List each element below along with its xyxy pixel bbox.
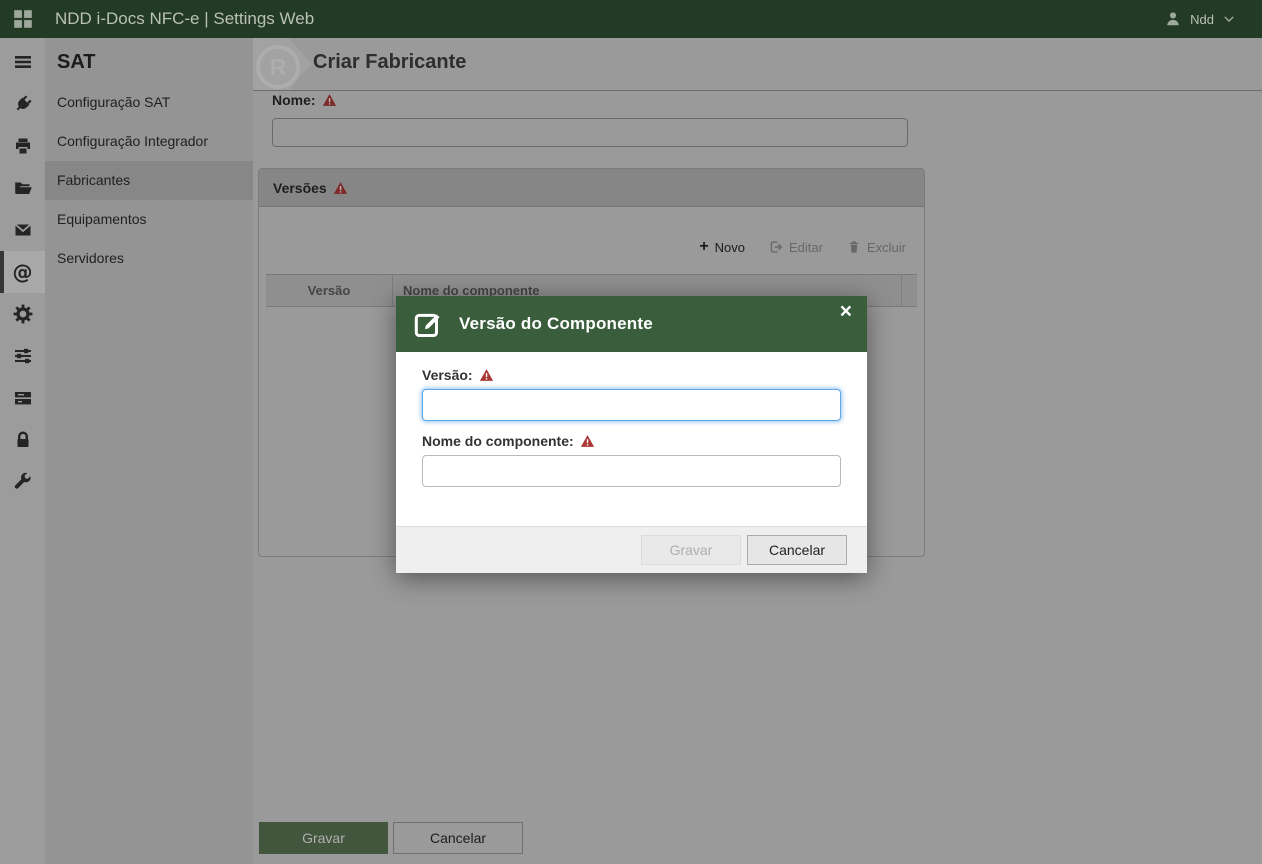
- dialog-gravar-button[interactable]: Gravar: [641, 535, 741, 565]
- nome-label: Nome:: [272, 92, 337, 108]
- wrench-icon[interactable]: [0, 461, 45, 503]
- user-icon: [1164, 10, 1182, 28]
- nome-componente-label: Nome do componente:: [422, 433, 841, 449]
- plug-icon[interactable]: [0, 83, 45, 125]
- registered-mark-icon: R: [256, 45, 300, 89]
- app-title: NDD i-Docs NFC-e | Settings Web: [55, 9, 314, 29]
- sidebar-list: Configuração SAT Configuração Integrador…: [45, 83, 253, 278]
- dialog-body: Versão: Nome do componente:: [396, 352, 867, 487]
- warning-icon: [333, 181, 348, 195]
- chevron-down-icon: [1222, 12, 1236, 26]
- column-header-extra: [902, 275, 917, 306]
- warning-icon: [322, 93, 337, 107]
- novo-button[interactable]: + Novo: [699, 240, 745, 255]
- envelope-icon[interactable]: [0, 209, 45, 251]
- edit-arrow-icon: [769, 240, 783, 254]
- folder-open-icon[interactable]: [0, 167, 45, 209]
- sidebar-item-configuracao-integrador[interactable]: Configuração Integrador: [45, 122, 253, 161]
- icon-rail: @: [0, 38, 45, 864]
- versao-label: Versão:: [422, 367, 841, 383]
- versao-componente-dialog: Versão do Componente × Versão: Nome do c…: [396, 296, 867, 573]
- page-header: R Criar Fabricante: [253, 38, 1262, 91]
- editar-button[interactable]: Editar: [769, 240, 823, 255]
- sliders-icon[interactable]: [0, 335, 45, 377]
- nome-input[interactable]: [272, 118, 908, 147]
- edit-square-icon: [414, 309, 444, 339]
- nome-componente-input[interactable]: [422, 455, 841, 487]
- versao-input[interactable]: [422, 389, 841, 421]
- cancelar-button[interactable]: Cancelar: [393, 822, 523, 854]
- server-icon[interactable]: [0, 377, 45, 419]
- sidebar-title: SAT: [45, 38, 253, 74]
- top-bar: NDD i-Docs NFC-e | Settings Web Ndd: [0, 0, 1262, 38]
- gear-icon[interactable]: [0, 293, 45, 335]
- gravar-button[interactable]: Gravar: [259, 822, 388, 854]
- page-title: Criar Fabricante: [313, 51, 466, 74]
- column-header-versao[interactable]: Versão: [266, 275, 393, 306]
- trash-icon: [847, 240, 861, 254]
- dialog-header: Versão do Componente ×: [396, 296, 867, 352]
- warning-icon: [580, 434, 595, 448]
- plus-icon: +: [699, 241, 708, 253]
- at-icon[interactable]: @: [0, 251, 45, 293]
- dialog-cancelar-button[interactable]: Cancelar: [747, 535, 847, 565]
- sidebar-item-servidores[interactable]: Servidores: [45, 239, 253, 278]
- dialog-footer: Gravar Cancelar: [396, 526, 867, 573]
- grid-toolbar: + Novo Editar Excluir: [259, 227, 924, 267]
- app-grip-icon[interactable]: [12, 8, 34, 30]
- sidebar-item-configuracao-sat[interactable]: Configuração SAT: [45, 83, 253, 122]
- dialog-title: Versão do Componente: [459, 314, 653, 334]
- user-name: Ndd: [1190, 12, 1214, 27]
- printer-icon[interactable]: [0, 125, 45, 167]
- excluir-button[interactable]: Excluir: [847, 240, 906, 255]
- sidebar-item-fabricantes[interactable]: Fabricantes: [45, 161, 253, 200]
- menu-icon[interactable]: [0, 41, 45, 83]
- sidebar-item-equipamentos[interactable]: Equipamentos: [45, 200, 253, 239]
- close-icon[interactable]: ×: [840, 301, 852, 322]
- user-menu[interactable]: Ndd: [1164, 0, 1236, 38]
- versoes-section-header: Versões: [259, 169, 924, 207]
- lock-icon[interactable]: [0, 419, 45, 461]
- page-actions: Gravar Cancelar: [259, 822, 523, 854]
- warning-icon: [479, 368, 494, 382]
- sidebar: SAT Configuração SAT Configuração Integr…: [45, 38, 253, 864]
